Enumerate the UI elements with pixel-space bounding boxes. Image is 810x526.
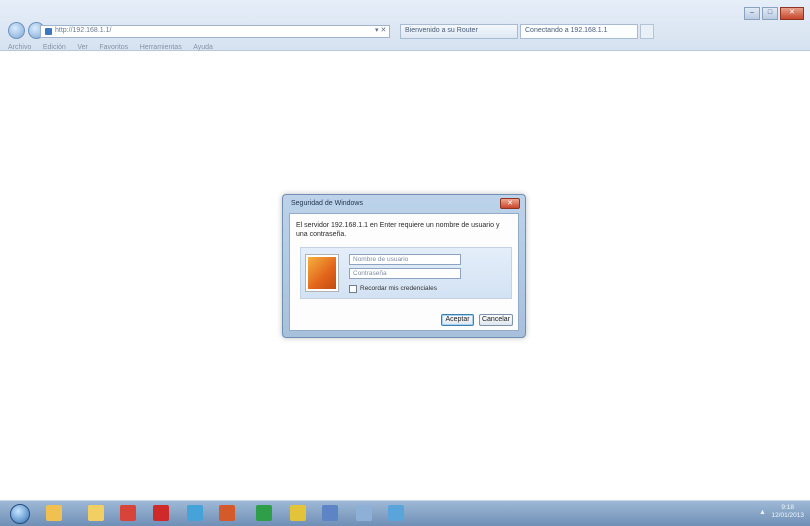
green-app-icon[interactable] [256, 505, 272, 521]
remember-label: Recordar mis credenciales [360, 285, 437, 293]
mail-icon[interactable] [322, 505, 338, 521]
close-window-button[interactable]: ✕ [780, 7, 804, 20]
new-tab-button[interactable] [640, 24, 654, 39]
address-bar[interactable]: http://192.168.1.1/ [40, 25, 390, 38]
menu-edit[interactable]: Edición [43, 44, 66, 51]
folder-icon[interactable] [88, 505, 104, 521]
menu-file[interactable]: Archivo [8, 44, 31, 51]
clock-date: 12/01/2013 [771, 512, 804, 519]
maximize-button[interactable]: □ [762, 7, 778, 20]
address-text: http://192.168.1.1/ [55, 27, 112, 34]
remember-checkbox[interactable] [349, 284, 357, 293]
browser-icon[interactable] [388, 505, 404, 521]
search-icon[interactable] [356, 505, 372, 521]
dialog-body: El servidor 192.168.1.1 en Enter requier… [289, 213, 519, 331]
tab-router[interactable]: Bienvenido a su Router [400, 24, 518, 39]
credentials-panel: Nombre de usuario Contraseña Recordar mi… [300, 247, 512, 299]
taskbar: ▲ 9:18 12/01/2013 [0, 500, 810, 526]
dialog-close-button[interactable]: ✕ [500, 198, 520, 209]
page-icon [45, 28, 52, 35]
menu-help[interactable]: Ayuda [193, 44, 213, 51]
menu-bar: Archivo Edición Ver Favoritos Herramient… [8, 41, 222, 51]
address-buttons[interactable]: ▾ ✕ [375, 26, 386, 34]
user-picture-icon [308, 257, 336, 289]
tray-expand-icon[interactable]: ▲ [759, 509, 769, 516]
opera-icon[interactable] [153, 505, 169, 521]
clock-time: 9:18 [781, 504, 795, 511]
browser-chrome: http://192.168.1.1/ ▾ ✕ Bienvenido a su … [0, 0, 810, 51]
user-icon[interactable] [219, 505, 235, 521]
menu-favorites[interactable]: Favoritos [99, 44, 128, 51]
username-field[interactable]: Nombre de usuario [349, 254, 461, 265]
window-controls: – □ ✕ [742, 6, 804, 20]
windows-explorer-icon[interactable] [46, 505, 62, 521]
chrome-icon[interactable] [120, 505, 136, 521]
menu-view[interactable]: Ver [77, 44, 88, 51]
globe-icon[interactable] [187, 505, 203, 521]
note-icon[interactable] [290, 505, 306, 521]
accept-button[interactable]: Aceptar [441, 314, 474, 326]
start-button[interactable] [10, 504, 30, 524]
system-tray: ▲ 9:18 12/01/2013 [759, 504, 804, 522]
user-tile [305, 254, 339, 292]
dialog-message: El servidor 192.168.1.1 en Enter requier… [296, 222, 500, 238]
password-field[interactable]: Contraseña [349, 268, 461, 279]
login-dialog: Seguridad de Windows ✕ El servidor 192.1… [282, 194, 526, 338]
dialog-title: Seguridad de Windows [291, 200, 363, 207]
menu-tools[interactable]: Herramientas [140, 44, 182, 51]
minimize-button[interactable]: – [744, 7, 760, 20]
cancel-button[interactable]: Cancelar [479, 314, 513, 326]
back-button[interactable] [8, 22, 25, 39]
clock[interactable]: 9:18 12/01/2013 [771, 504, 804, 520]
tab-connecting[interactable]: Conectando a 192.168.1.1 [520, 24, 638, 39]
remember-credentials-row[interactable]: Recordar mis credenciales [349, 283, 437, 293]
